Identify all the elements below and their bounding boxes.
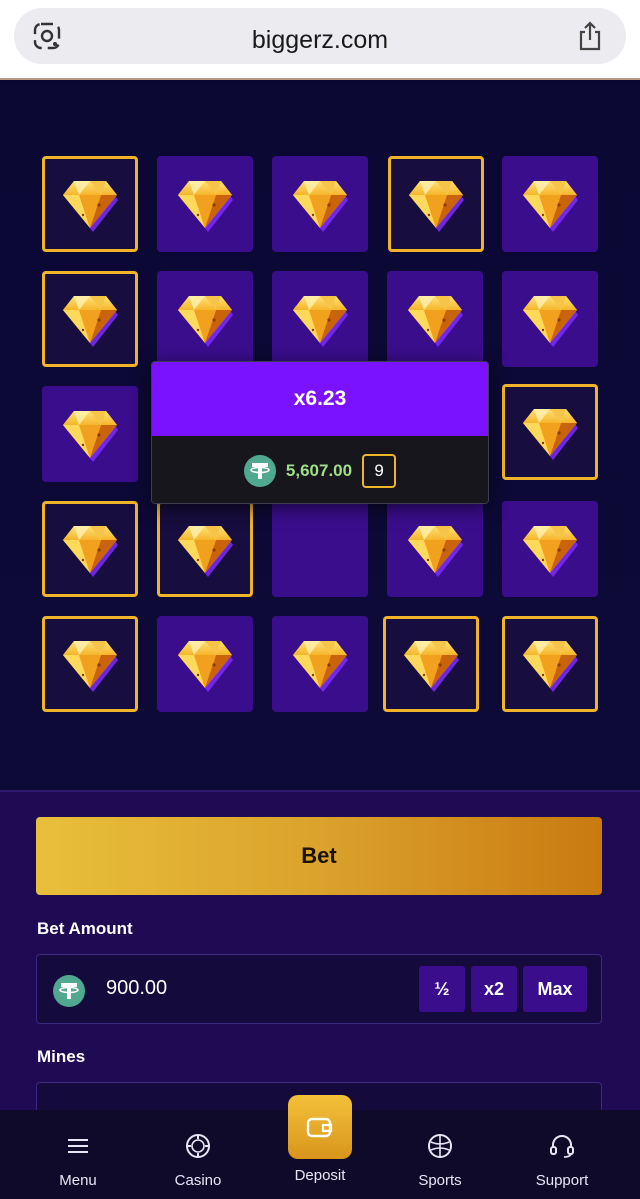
- win-amount: 5,607.00: [285, 460, 353, 480]
- share-icon[interactable]: [576, 20, 604, 52]
- mines-count-badge: 9: [362, 453, 397, 488]
- bottom-nav: Menu Casino Deposit Sports Support: [0, 1095, 640, 1199]
- mine-tile-gem[interactable]: [42, 616, 138, 712]
- mine-tile-gem[interactable]: [502, 156, 598, 252]
- mine-tile-gem[interactable]: [502, 501, 598, 597]
- gem-icon: [59, 290, 121, 348]
- gem-icon: [289, 290, 351, 348]
- mine-tile-gem[interactable]: [272, 616, 368, 712]
- gem-icon: [400, 635, 462, 693]
- mine-tile-gem[interactable]: [272, 156, 368, 252]
- nav-support[interactable]: Support: [512, 1110, 612, 1199]
- gem-icon: [174, 520, 236, 578]
- gem-icon: [59, 175, 121, 233]
- nav-deposit-label[interactable]: Deposit: [270, 1167, 370, 1184]
- mine-tile-gem[interactable]: [42, 386, 138, 482]
- deposit-button[interactable]: [288, 1095, 352, 1159]
- mine-tile-gem[interactable]: [157, 501, 253, 597]
- nav-casino-label: Casino: [174, 1172, 222, 1189]
- casino-chip-icon: [186, 1134, 210, 1158]
- mine-tile-empty[interactable]: [272, 501, 368, 597]
- browser-address-bar: biggerz.com: [0, 0, 640, 80]
- max-bet-button[interactable]: Max: [523, 966, 587, 1012]
- win-multiplier: x6.23: [152, 362, 488, 436]
- mine-tile-gem[interactable]: [388, 156, 484, 252]
- mine-tile-gem[interactable]: [502, 616, 598, 712]
- headset-icon: [550, 1135, 574, 1158]
- nav-menu[interactable]: Menu: [28, 1110, 128, 1199]
- bet-amount-input[interactable]: 900.00 ½ x2 Max: [36, 954, 602, 1024]
- nav-support-label: Support: [535, 1172, 589, 1189]
- win-popup: x6.23 5,607.00 9: [151, 361, 489, 504]
- gem-icon: [59, 635, 121, 693]
- gem-icon: [519, 175, 581, 233]
- gem-icon: [404, 520, 466, 578]
- url-text[interactable]: biggerz.com: [14, 26, 626, 55]
- nav-menu-label: Menu: [59, 1172, 97, 1189]
- gem-icon: [174, 175, 236, 233]
- wallet-icon: [306, 1117, 333, 1138]
- gem-icon: [405, 175, 467, 233]
- mine-tile-gem[interactable]: [42, 156, 138, 252]
- mine-tile-gem[interactable]: [383, 616, 479, 712]
- gem-icon: [519, 290, 581, 348]
- nav-sports[interactable]: Sports: [390, 1110, 490, 1199]
- half-bet-button[interactable]: ½: [419, 966, 465, 1012]
- gem-icon: [519, 635, 581, 693]
- gem-icon: [289, 175, 351, 233]
- bet-amount-value[interactable]: 900.00: [106, 977, 167, 1000]
- mine-tile-gem[interactable]: [387, 501, 483, 597]
- url-pill[interactable]: biggerz.com: [14, 8, 626, 64]
- double-bet-button[interactable]: x2: [471, 966, 517, 1012]
- gem-icon: [174, 635, 236, 693]
- gem-icon: [174, 290, 236, 348]
- mine-tile-gem[interactable]: [502, 271, 598, 367]
- mine-tile-gem[interactable]: [42, 271, 138, 367]
- win-details: 5,607.00 9: [152, 436, 488, 503]
- mine-tile-gem[interactable]: [157, 156, 253, 252]
- mine-tile-gem[interactable]: [272, 271, 368, 367]
- mine-tile-gem[interactable]: [502, 384, 598, 480]
- bet-controls-panel: Bet Bet Amount 900.00 ½ x2 Max Mines: [0, 790, 640, 1122]
- bet-amount-label: Bet Amount: [37, 919, 133, 938]
- bet-button[interactable]: Bet: [36, 817, 602, 895]
- sports-ball-icon: [428, 1134, 452, 1158]
- nav-casino[interactable]: Casino: [148, 1110, 248, 1199]
- gem-icon: [59, 520, 121, 578]
- gem-icon: [59, 405, 121, 463]
- gem-icon: [519, 520, 581, 578]
- tether-icon: [243, 454, 276, 487]
- mine-tile-gem[interactable]: [157, 616, 253, 712]
- mines-label: Mines: [37, 1047, 86, 1066]
- mine-tile-gem[interactable]: [387, 271, 483, 367]
- gem-icon: [289, 635, 351, 693]
- tether-icon: [53, 975, 85, 1007]
- gem-icon: [404, 290, 466, 348]
- nav-sports-label: Sports: [418, 1172, 462, 1189]
- mine-tile-gem[interactable]: [42, 501, 138, 597]
- gem-icon: [519, 403, 581, 461]
- mine-tile-gem[interactable]: [157, 271, 253, 367]
- menu-icon: [68, 1139, 88, 1153]
